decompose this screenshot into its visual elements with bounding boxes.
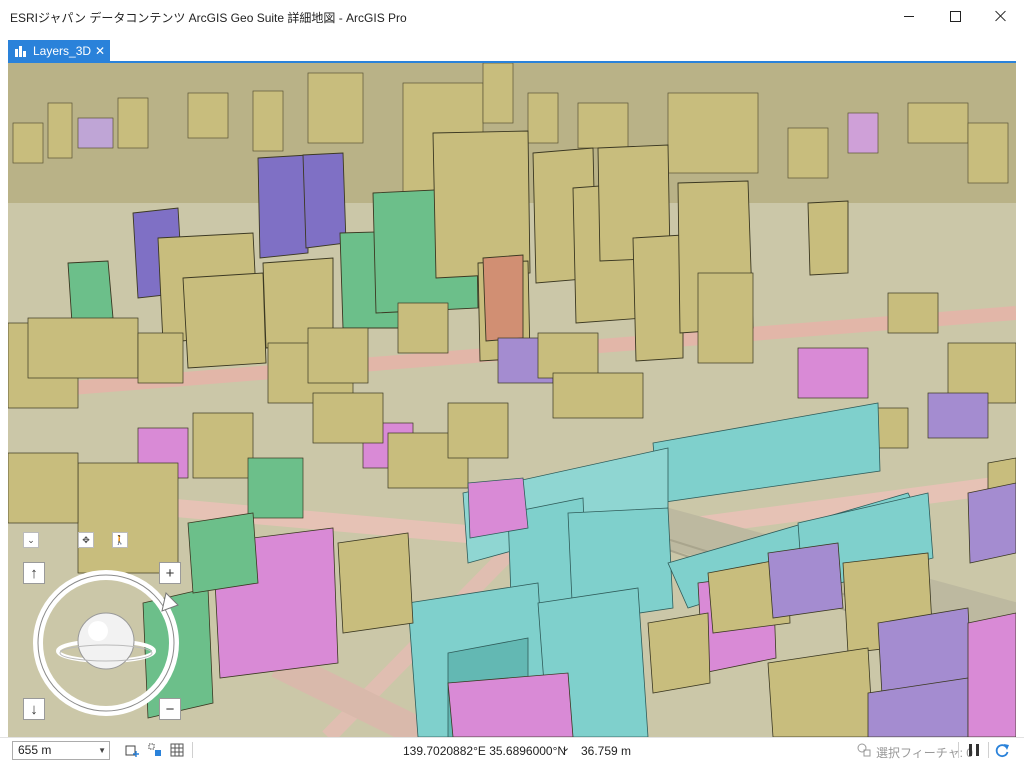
grid-icon[interactable] [169,742,185,758]
scale-value: 655 m [18,743,52,757]
add-bookmark-icon[interactable] [124,742,140,758]
walk-mode-icon[interactable]: 🚶 [112,532,128,548]
navigator-ring[interactable] [26,563,186,723]
pause-drawing-icon[interactable] [966,742,982,758]
minimize-button[interactable] [886,0,932,32]
maximize-button[interactable] [932,0,978,32]
divider [988,742,989,758]
scene-view[interactable]: ⌄ ✥ 🚶 ↑ + ↓ − [8,63,1016,737]
coordinate-format-chevron-icon[interactable]: ⌄ [561,741,570,754]
view-tab-bar: Layers_3D ✕ ▼ [0,32,1024,89]
window-title: ESRIジャパン データコンテンツ ArcGIS Geo Suite 詳細地図 … [10,11,407,25]
title-bar: ESRIジャパン データコンテンツ ArcGIS Geo Suite 詳細地図 … [0,0,1024,32]
close-window-button[interactable] [978,0,1024,32]
minimize-icon [904,15,914,17]
coordinates-readout: 139.7020882°E 35.6896000°N [403,744,567,758]
tab-label: Layers_3D [33,43,92,58]
tab-close-icon[interactable]: ✕ [95,45,105,57]
divider [958,742,959,758]
maximize-icon [949,10,961,22]
selection-icon[interactable] [856,742,872,758]
tab-layers-3d[interactable]: Layers_3D ✕ [8,40,110,61]
elevation-readout: 36.759 m [581,744,632,758]
chevron-down-icon: ▼ [98,746,106,755]
scene-layer-icon [15,45,26,57]
status-bar: 655 m ▼ 139.7020882°E 35.6896000°N ⌄ 36.… [0,737,1024,769]
divider [192,742,193,758]
scale-dropdown[interactable]: 655 m ▼ [12,741,110,760]
navigator-collapse-button[interactable]: ⌄ [23,532,39,548]
full-control-icon[interactable]: ✥ [78,532,94,548]
refresh-icon[interactable] [994,742,1010,758]
snapping-icon[interactable] [147,742,163,758]
close-icon [995,10,1007,22]
